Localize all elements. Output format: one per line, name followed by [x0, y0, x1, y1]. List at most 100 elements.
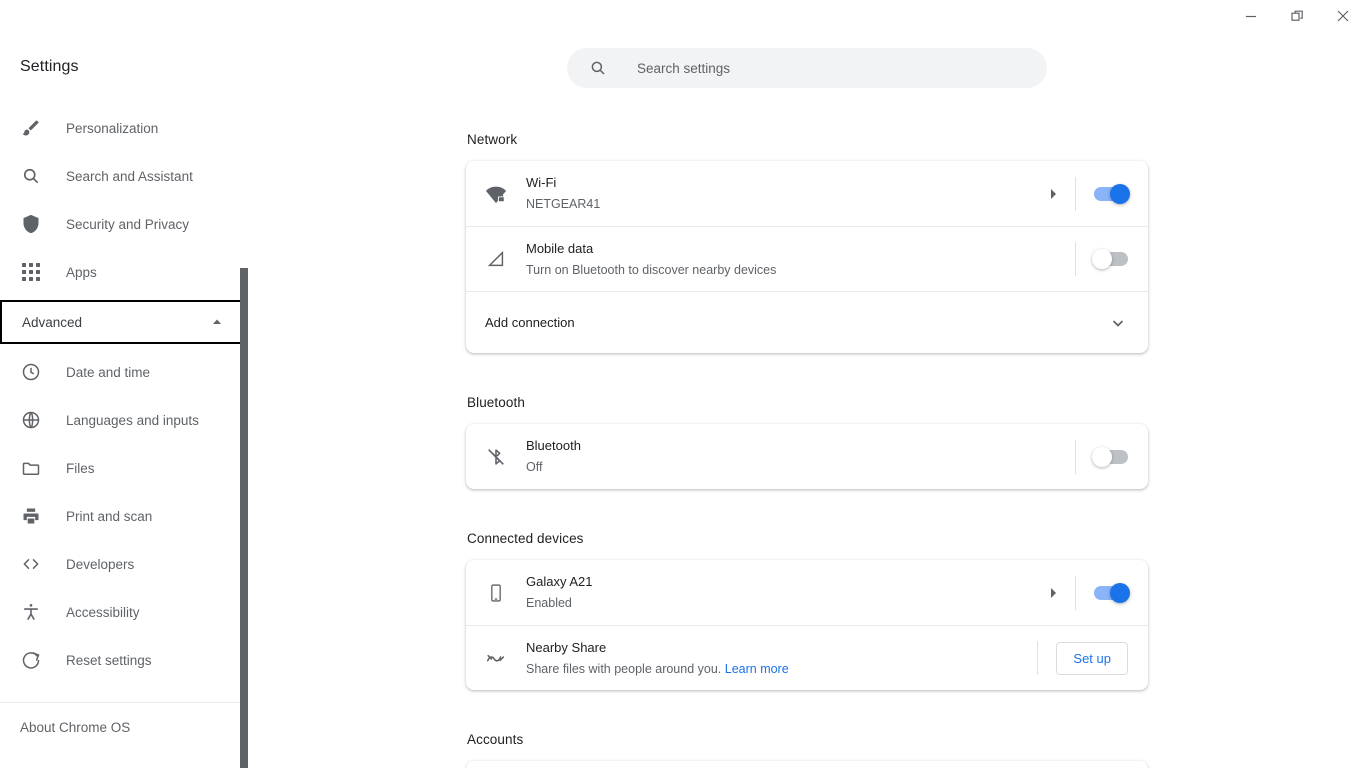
- sidebar-item-accessibility[interactable]: Accessibility: [0, 588, 248, 636]
- folder-icon: [20, 457, 42, 479]
- row-divider: [1075, 242, 1076, 276]
- row-text: Mobile data Turn on Bluetooth to discove…: [526, 239, 1075, 280]
- section-heading: Bluetooth: [467, 395, 525, 410]
- row-account[interactable]: [466, 761, 1148, 768]
- sidebar-item-date-and-time[interactable]: Date and time: [0, 348, 248, 396]
- search-icon: [20, 165, 42, 187]
- sidebar-item-label: Date and time: [66, 364, 151, 380]
- wifi-toggle[interactable]: [1094, 183, 1130, 204]
- sidebar-item-label: Reset settings: [66, 652, 152, 668]
- wifi-locked-icon: [484, 182, 508, 206]
- row-title: Wi-Fi: [526, 175, 557, 190]
- row-nearby-share[interactable]: Nearby Share Share files with people aro…: [466, 625, 1148, 690]
- bluetooth-card: Bluetooth Off: [466, 424, 1148, 489]
- page-title: Settings: [20, 58, 79, 75]
- settings-sections: Network Wi-Fi NETGEAR41 Mobile data Turn…: [466, 88, 1148, 768]
- network-card: Wi-Fi NETGEAR41 Mobile data Turn on Blue…: [466, 161, 1148, 353]
- row-text: Nearby Share Share files with people aro…: [526, 638, 1037, 679]
- sidebar-item-print-and-scan[interactable]: Print and scan: [0, 492, 248, 540]
- row-divider: [1037, 641, 1039, 675]
- row-divider: [1075, 575, 1076, 610]
- window-controls: [1228, 0, 1366, 32]
- main-content: Network Wi-Fi NETGEAR41: [248, 0, 1366, 768]
- chevron-down-icon: [1110, 315, 1126, 331]
- sidebar: Settings Personalization Search and Assi…: [0, 0, 248, 768]
- sidebar-item-label: Search and Assistant: [66, 168, 193, 184]
- sidebar-item-label: Accessibility: [66, 604, 140, 620]
- section-heading: Accounts: [467, 732, 524, 747]
- section-heading: Connected devices: [467, 531, 584, 546]
- sidebar-item-personalization[interactable]: Personalization: [0, 104, 248, 152]
- add-connection-label: Add connection: [485, 315, 575, 330]
- set-up-button[interactable]: Set up: [1056, 641, 1128, 675]
- sidebar-nav: Personalization Search and Assistant Sec…: [0, 104, 248, 684]
- search-input[interactable]: [637, 60, 1017, 76]
- close-icon: [1337, 10, 1349, 22]
- sidebar-scrollbar-thumb[interactable]: [240, 268, 248, 768]
- accessibility-person-icon: [20, 601, 42, 623]
- reset-circular-arrow-icon: [20, 649, 42, 671]
- row-bluetooth[interactable]: Bluetooth Off: [466, 424, 1148, 489]
- section-heading: Network: [467, 132, 518, 147]
- row-title: Bluetooth: [526, 438, 581, 453]
- row-subtitle: Share files with people around you. Lear…: [526, 659, 1037, 679]
- sidebar-item-advanced[interactable]: Advanced: [0, 300, 248, 344]
- chevron-up-icon: [210, 315, 224, 329]
- sidebar-item-reset-settings[interactable]: Reset settings: [0, 636, 248, 684]
- clock-icon: [20, 361, 42, 383]
- section-network: Network Wi-Fi NETGEAR41 Mobile data Turn…: [466, 132, 1148, 353]
- row-title: Galaxy A21: [526, 574, 593, 589]
- smartphone-icon: [484, 581, 508, 605]
- bluetooth-toggle[interactable]: [1092, 446, 1128, 467]
- shield-icon: [20, 213, 42, 235]
- chevron-right-icon[interactable]: [1049, 586, 1059, 600]
- sidebar-item-apps[interactable]: Apps: [0, 248, 248, 296]
- sidebar-item-label: Developers: [66, 556, 135, 572]
- chevron-right-icon[interactable]: [1049, 187, 1059, 201]
- row-subtitle: Turn on Bluetooth to discover nearby dev…: [526, 262, 777, 277]
- search-bar[interactable]: [567, 48, 1047, 88]
- bluetooth-disabled-icon: [484, 445, 508, 469]
- section-bluetooth: Bluetooth Bluetooth Off: [466, 395, 1148, 489]
- minimize-button[interactable]: [1228, 0, 1274, 32]
- apps-grid-icon: [20, 261, 42, 283]
- restore-window-icon: [1290, 10, 1304, 23]
- sidebar-item-label: Advanced: [22, 314, 83, 330]
- section-accounts: Accounts: [466, 732, 1148, 768]
- close-button[interactable]: [1320, 0, 1366, 32]
- row-title: Mobile data: [526, 240, 594, 256]
- minimize-icon: [1245, 10, 1257, 22]
- row-add-connection[interactable]: Add connection: [466, 291, 1148, 353]
- row-divider: [1075, 176, 1076, 211]
- sidebar-item-files[interactable]: Files: [0, 444, 248, 492]
- restore-button[interactable]: [1274, 0, 1320, 32]
- row-divider: [1075, 439, 1076, 474]
- learn-more-link[interactable]: Learn more: [725, 662, 789, 676]
- row-text: Galaxy A21 Enabled: [526, 572, 1049, 613]
- sidebar-item-security-and-privacy[interactable]: Security and Privacy: [0, 200, 248, 248]
- sidebar-item-languages-and-inputs[interactable]: Languages and inputs: [0, 396, 248, 444]
- row-subtitle: Off: [526, 460, 543, 474]
- globe-icon: [20, 409, 42, 431]
- sidebar-item-label: About Chrome OS: [20, 719, 131, 735]
- sidebar-item-search-and-assistant[interactable]: Search and Assistant: [0, 152, 248, 200]
- row-mobile-data[interactable]: Mobile data Turn on Bluetooth to discove…: [466, 226, 1148, 291]
- row-text: Bluetooth Off: [526, 436, 1075, 477]
- sidebar-item-label: Languages and inputs: [66, 412, 199, 428]
- sidebar-item-label: Personalization: [66, 120, 159, 136]
- row-subtitle: Enabled: [526, 596, 572, 610]
- row-galaxy-a21[interactable]: Galaxy A21 Enabled: [466, 560, 1148, 625]
- row-title: Nearby Share: [526, 639, 607, 655]
- galaxy-a21-toggle[interactable]: [1094, 582, 1130, 603]
- row-wifi[interactable]: Wi-Fi NETGEAR41: [466, 161, 1148, 226]
- mobile-data-toggle[interactable]: [1092, 249, 1128, 269]
- sidebar-item-label: Print and scan: [66, 508, 153, 524]
- brush-icon: [20, 117, 42, 139]
- code-brackets-icon: [20, 553, 42, 575]
- search-bar-container: [248, 0, 1366, 88]
- sidebar-item-label: Apps: [66, 264, 97, 280]
- search-icon: [589, 59, 607, 77]
- sidebar-item-developers[interactable]: Developers: [0, 540, 248, 588]
- nearby-share-description: Share files with people around you.: [526, 661, 722, 676]
- sidebar-item-about-chrome-os[interactable]: About Chrome OS: [0, 703, 248, 751]
